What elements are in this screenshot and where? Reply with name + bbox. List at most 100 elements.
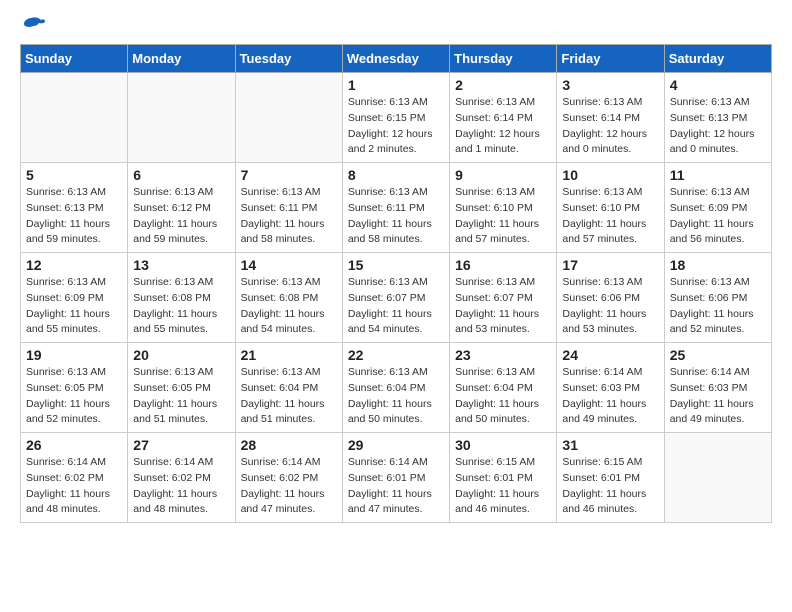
day-info: Sunrise: 6:15 AM Sunset: 6:01 PM Dayligh…: [455, 455, 551, 518]
calendar-header-row: SundayMondayTuesdayWednesdayThursdayFrid…: [21, 45, 772, 73]
day-info: Sunrise: 6:13 AM Sunset: 6:14 PM Dayligh…: [562, 95, 658, 158]
day-info: Sunrise: 6:14 AM Sunset: 6:01 PM Dayligh…: [348, 455, 444, 518]
calendar-cell: 4 Sunrise: 6:13 AM Sunset: 6:13 PM Daylig…: [664, 73, 771, 163]
day-number: 15: [348, 257, 444, 273]
weekday-header: Friday: [557, 45, 664, 73]
day-number: 5: [26, 167, 122, 183]
day-number: 2: [455, 77, 551, 93]
calendar-cell: 28 Sunrise: 6:14 AM Sunset: 6:02 PM Dayli…: [235, 433, 342, 523]
logo-bird-icon: [23, 16, 45, 34]
calendar-cell: 2 Sunrise: 6:13 AM Sunset: 6:14 PM Daylig…: [450, 73, 557, 163]
calendar-cell: 20 Sunrise: 6:13 AM Sunset: 6:05 PM Dayli…: [128, 343, 235, 433]
day-info: Sunrise: 6:13 AM Sunset: 6:08 PM Dayligh…: [241, 275, 337, 338]
page-header: [20, 20, 772, 34]
day-number: 24: [562, 347, 658, 363]
day-number: 10: [562, 167, 658, 183]
calendar-cell: 23 Sunrise: 6:13 AM Sunset: 6:04 PM Dayli…: [450, 343, 557, 433]
day-number: 22: [348, 347, 444, 363]
calendar-cell: 8 Sunrise: 6:13 AM Sunset: 6:11 PM Daylig…: [342, 163, 449, 253]
calendar-cell: [664, 433, 771, 523]
day-info: Sunrise: 6:15 AM Sunset: 6:01 PM Dayligh…: [562, 455, 658, 518]
day-info: Sunrise: 6:13 AM Sunset: 6:14 PM Dayligh…: [455, 95, 551, 158]
calendar-cell: [235, 73, 342, 163]
calendar-week-row: 12 Sunrise: 6:13 AM Sunset: 6:09 PM Dayli…: [21, 253, 772, 343]
calendar-cell: 10 Sunrise: 6:13 AM Sunset: 6:10 PM Dayli…: [557, 163, 664, 253]
day-info: Sunrise: 6:14 AM Sunset: 6:02 PM Dayligh…: [26, 455, 122, 518]
day-number: 3: [562, 77, 658, 93]
calendar-cell: 24 Sunrise: 6:14 AM Sunset: 6:03 PM Dayli…: [557, 343, 664, 433]
day-info: Sunrise: 6:14 AM Sunset: 6:03 PM Dayligh…: [670, 365, 766, 428]
day-info: Sunrise: 6:13 AM Sunset: 6:10 PM Dayligh…: [562, 185, 658, 248]
day-info: Sunrise: 6:13 AM Sunset: 6:04 PM Dayligh…: [241, 365, 337, 428]
logo: [20, 20, 45, 34]
calendar-cell: 22 Sunrise: 6:13 AM Sunset: 6:04 PM Dayli…: [342, 343, 449, 433]
day-number: 9: [455, 167, 551, 183]
day-info: Sunrise: 6:13 AM Sunset: 6:11 PM Dayligh…: [348, 185, 444, 248]
day-number: 28: [241, 437, 337, 453]
weekday-header: Monday: [128, 45, 235, 73]
day-number: 18: [670, 257, 766, 273]
day-info: Sunrise: 6:13 AM Sunset: 6:08 PM Dayligh…: [133, 275, 229, 338]
day-info: Sunrise: 6:13 AM Sunset: 6:06 PM Dayligh…: [670, 275, 766, 338]
calendar-week-row: 1 Sunrise: 6:13 AM Sunset: 6:15 PM Daylig…: [21, 73, 772, 163]
day-number: 4: [670, 77, 766, 93]
day-info: Sunrise: 6:13 AM Sunset: 6:07 PM Dayligh…: [348, 275, 444, 338]
calendar-cell: 3 Sunrise: 6:13 AM Sunset: 6:14 PM Daylig…: [557, 73, 664, 163]
calendar-cell: 19Sunrise: 6:13 AM Sunset: 6:05 PM Dayli…: [21, 343, 128, 433]
day-number: 30: [455, 437, 551, 453]
calendar-cell: 13Sunrise: 6:13 AM Sunset: 6:08 PM Dayli…: [128, 253, 235, 343]
calendar-cell: 30 Sunrise: 6:15 AM Sunset: 6:01 PM Dayli…: [450, 433, 557, 523]
calendar-week-row: 19Sunrise: 6:13 AM Sunset: 6:05 PM Dayli…: [21, 343, 772, 433]
day-info: Sunrise: 6:13 AM Sunset: 6:04 PM Dayligh…: [348, 365, 444, 428]
day-info: Sunrise: 6:13 AM Sunset: 6:10 PM Dayligh…: [455, 185, 551, 248]
day-number: 27: [133, 437, 229, 453]
calendar-week-row: 5 Sunrise: 6:13 AM Sunset: 6:13 PM Daylig…: [21, 163, 772, 253]
day-number: 25: [670, 347, 766, 363]
calendar-cell: [21, 73, 128, 163]
day-info: Sunrise: 6:13 AM Sunset: 6:13 PM Dayligh…: [26, 185, 122, 248]
calendar-week-row: 26 Sunrise: 6:14 AM Sunset: 6:02 PM Dayli…: [21, 433, 772, 523]
day-info: Sunrise: 6:13 AM Sunset: 6:13 PM Dayligh…: [670, 95, 766, 158]
day-number: 26: [26, 437, 122, 453]
calendar-cell: 31 Sunrise: 6:15 AM Sunset: 6:01 PM Dayli…: [557, 433, 664, 523]
day-number: 12: [26, 257, 122, 273]
day-info: Sunrise: 6:13 AM Sunset: 6:06 PM Dayligh…: [562, 275, 658, 338]
day-number: 1: [348, 77, 444, 93]
calendar-table: SundayMondayTuesdayWednesdayThursdayFrid…: [20, 44, 772, 523]
calendar-cell: 11 Sunrise: 6:13 AM Sunset: 6:09 PM Dayli…: [664, 163, 771, 253]
day-number: 23: [455, 347, 551, 363]
day-info: Sunrise: 6:13 AM Sunset: 6:09 PM Dayligh…: [670, 185, 766, 248]
calendar-cell: 5 Sunrise: 6:13 AM Sunset: 6:13 PM Daylig…: [21, 163, 128, 253]
day-info: Sunrise: 6:13 AM Sunset: 6:07 PM Dayligh…: [455, 275, 551, 338]
weekday-header: Tuesday: [235, 45, 342, 73]
calendar-cell: 7Sunrise: 6:13 AM Sunset: 6:11 PM Daylig…: [235, 163, 342, 253]
day-info: Sunrise: 6:14 AM Sunset: 6:03 PM Dayligh…: [562, 365, 658, 428]
calendar-cell: [128, 73, 235, 163]
day-number: 21: [241, 347, 337, 363]
weekday-header: Saturday: [664, 45, 771, 73]
calendar-cell: 27Sunrise: 6:14 AM Sunset: 6:02 PM Dayli…: [128, 433, 235, 523]
calendar-cell: 16Sunrise: 6:13 AM Sunset: 6:07 PM Dayli…: [450, 253, 557, 343]
weekday-header: Thursday: [450, 45, 557, 73]
day-info: Sunrise: 6:13 AM Sunset: 6:09 PM Dayligh…: [26, 275, 122, 338]
day-number: 11: [670, 167, 766, 183]
calendar-cell: 26 Sunrise: 6:14 AM Sunset: 6:02 PM Dayli…: [21, 433, 128, 523]
day-number: 17: [562, 257, 658, 273]
day-number: 31: [562, 437, 658, 453]
calendar-cell: 1 Sunrise: 6:13 AM Sunset: 6:15 PM Daylig…: [342, 73, 449, 163]
day-info: Sunrise: 6:13 AM Sunset: 6:05 PM Dayligh…: [26, 365, 122, 428]
calendar-cell: 12 Sunrise: 6:13 AM Sunset: 6:09 PM Dayli…: [21, 253, 128, 343]
day-info: Sunrise: 6:13 AM Sunset: 6:04 PM Dayligh…: [455, 365, 551, 428]
weekday-header: Sunday: [21, 45, 128, 73]
day-info: Sunrise: 6:14 AM Sunset: 6:02 PM Dayligh…: [241, 455, 337, 518]
day-number: 29: [348, 437, 444, 453]
day-info: Sunrise: 6:13 AM Sunset: 6:15 PM Dayligh…: [348, 95, 444, 158]
calendar-cell: 14Sunrise: 6:13 AM Sunset: 6:08 PM Dayli…: [235, 253, 342, 343]
day-number: 20: [133, 347, 229, 363]
calendar-cell: 17 Sunrise: 6:13 AM Sunset: 6:06 PM Dayli…: [557, 253, 664, 343]
day-info: Sunrise: 6:13 AM Sunset: 6:05 PM Dayligh…: [133, 365, 229, 428]
day-number: 7: [241, 167, 337, 183]
weekday-header: Wednesday: [342, 45, 449, 73]
calendar-cell: 15 Sunrise: 6:13 AM Sunset: 6:07 PM Dayli…: [342, 253, 449, 343]
day-number: 8: [348, 167, 444, 183]
